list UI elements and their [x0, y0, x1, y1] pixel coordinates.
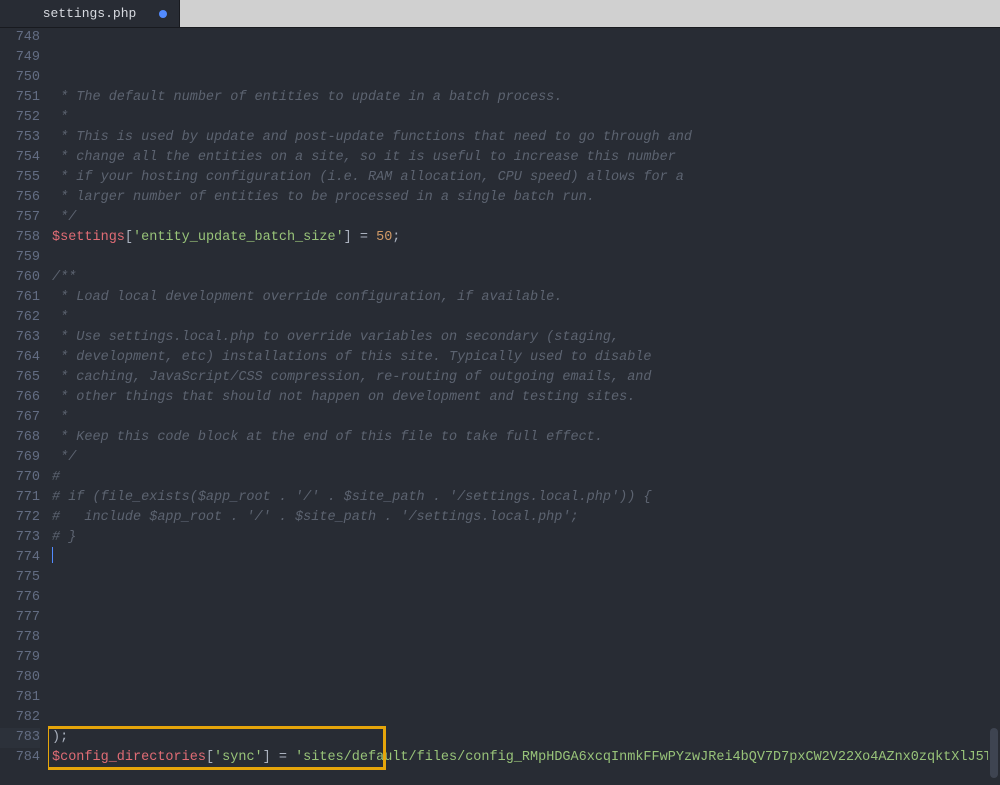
code-line[interactable] [48, 668, 988, 688]
code-line[interactable]: * larger number of entities to be proces… [48, 188, 988, 208]
code-line[interactable]: # include $app_root . '/' . $site_path .… [48, 508, 988, 528]
code-line[interactable] [48, 568, 988, 588]
code-line[interactable]: * development, etc) installations of thi… [48, 348, 988, 368]
code-line[interactable]: * [48, 408, 988, 428]
line-number: 773 [0, 528, 40, 548]
line-number: 748 [0, 28, 40, 48]
code-line[interactable]: * This is used by update and post-update… [48, 128, 988, 148]
code-line[interactable]: ); [48, 728, 988, 748]
line-number-gutter: 7487497507517527537547557567577587597607… [0, 28, 48, 785]
code-line[interactable] [48, 648, 988, 668]
code-line[interactable]: /** [48, 268, 988, 288]
code-line[interactable]: * Load local development override config… [48, 288, 988, 308]
line-number: 752 [0, 108, 40, 128]
code-line[interactable] [48, 628, 988, 648]
code-line[interactable] [48, 548, 988, 568]
code-line[interactable]: * other things that should not happen on… [48, 388, 988, 408]
scroll-thumb[interactable] [990, 728, 998, 778]
line-number: 750 [0, 68, 40, 88]
line-number: 776 [0, 588, 40, 608]
line-number: 778 [0, 628, 40, 648]
line-number: 771 [0, 488, 40, 508]
line-number: 758 [0, 228, 40, 248]
line-number: 763 [0, 328, 40, 348]
code-line[interactable] [48, 588, 988, 608]
line-number: 782 [0, 708, 40, 728]
line-number: 772 [0, 508, 40, 528]
line-number: 760 [0, 268, 40, 288]
line-number: 761 [0, 288, 40, 308]
code-line[interactable] [48, 708, 988, 728]
tab-settings-php[interactable]: settings.php [0, 0, 180, 27]
line-number: 770 [0, 468, 40, 488]
line-number: 766 [0, 388, 40, 408]
line-number: 767 [0, 408, 40, 428]
editor-pane: 7487497507517527537547557567577587597607… [0, 28, 1000, 785]
code-line[interactable] [48, 688, 988, 708]
code-line[interactable]: * The default number of entities to upda… [48, 88, 988, 108]
line-number: 784 [0, 748, 40, 768]
code-line[interactable] [48, 608, 988, 628]
line-number: 780 [0, 668, 40, 688]
vertical-scrollbar[interactable] [988, 28, 1000, 785]
line-number: 753 [0, 128, 40, 148]
code-line[interactable] [48, 248, 988, 268]
code-line[interactable]: * change all the entities on a site, so … [48, 148, 988, 168]
line-number: 783 [0, 728, 40, 748]
line-number: 751 [0, 88, 40, 108]
code-line[interactable] [48, 768, 988, 785]
code-line[interactable]: * Keep this code block at the end of thi… [48, 428, 988, 448]
tab-label: settings.php [43, 6, 137, 21]
line-number: 754 [0, 148, 40, 168]
line-number: 759 [0, 248, 40, 268]
code-line[interactable]: * if your hosting configuration (i.e. RA… [48, 168, 988, 188]
code-line[interactable]: */ [48, 448, 988, 468]
code-line[interactable]: * [48, 308, 988, 328]
tab-bar: settings.php [0, 0, 1000, 28]
line-number: 781 [0, 688, 40, 708]
line-number: 774 [0, 548, 40, 568]
line-number: 749 [0, 48, 40, 68]
tab-bar-empty [180, 0, 1000, 27]
line-number: 762 [0, 308, 40, 328]
code-line[interactable]: * caching, JavaScript/CSS compression, r… [48, 368, 988, 388]
code-line[interactable]: # if (file_exists($app_root . '/' . $sit… [48, 488, 988, 508]
code-area[interactable]: * The default number of entities to upda… [48, 28, 988, 785]
line-number: 769 [0, 448, 40, 468]
line-number: 775 [0, 568, 40, 588]
code-line[interactable]: * Use settings.local.php to override var… [48, 328, 988, 348]
text-cursor [52, 547, 53, 563]
modified-dot-icon [159, 10, 167, 18]
line-number: 756 [0, 188, 40, 208]
line-number: 757 [0, 208, 40, 228]
line-number: 755 [0, 168, 40, 188]
code-line[interactable]: # } [48, 528, 988, 548]
line-number: 777 [0, 608, 40, 628]
line-number: 765 [0, 368, 40, 388]
code-line[interactable]: $settings['entity_update_batch_size'] = … [48, 228, 988, 248]
code-line[interactable]: */ [48, 208, 988, 228]
line-number: 764 [0, 348, 40, 368]
code-line[interactable]: * [48, 108, 988, 128]
code-line[interactable]: $config_directories['sync'] = 'sites/def… [48, 748, 988, 768]
line-number: 768 [0, 428, 40, 448]
line-number: 779 [0, 648, 40, 668]
code-line[interactable]: # [48, 468, 988, 488]
